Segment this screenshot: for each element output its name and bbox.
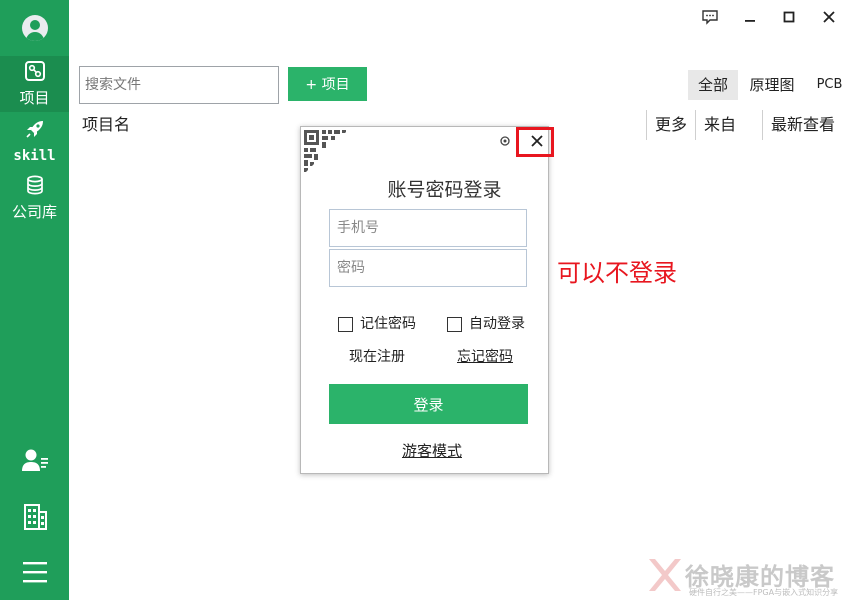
- sidebar-item-label: 项目: [19, 89, 50, 107]
- sidebar-item-label: skill: [13, 148, 56, 164]
- building-icon[interactable]: [20, 502, 50, 532]
- dialog-close-button[interactable]: [516, 127, 554, 157]
- auto-login-checkbox[interactable]: 自动登录: [447, 315, 525, 333]
- column-divider: [762, 110, 763, 140]
- qr-code-icon[interactable]: [302, 128, 350, 176]
- column-last-viewed[interactable]: 最新查看: [771, 110, 835, 140]
- watermark-logo: [649, 559, 681, 591]
- annotation-text: 可以不登录: [557, 259, 677, 287]
- column-project-name[interactable]: 项目名: [82, 110, 130, 140]
- project-icon: [25, 61, 45, 81]
- gear-icon[interactable]: [499, 135, 511, 147]
- watermark-tagline: 硬件自行之美——FPGA与嵌入式知识分享: [689, 588, 839, 597]
- register-link[interactable]: 现在注册: [349, 346, 405, 366]
- column-divider: [646, 110, 647, 140]
- sidebar-item-label: 公司库: [11, 203, 57, 221]
- filter-pcb[interactable]: PCB: [808, 70, 851, 100]
- search-input[interactable]: [79, 66, 279, 104]
- avatar[interactable]: [22, 15, 48, 41]
- close-icon: [531, 135, 543, 147]
- login-button[interactable]: 登录: [329, 384, 528, 424]
- auto-login-label: 自动登录: [469, 316, 525, 332]
- password-input[interactable]: [329, 249, 527, 287]
- column-divider: [695, 110, 696, 140]
- remember-password-label: 记住密码: [360, 316, 416, 332]
- feedback-icon[interactable]: [699, 6, 721, 28]
- close-icon[interactable]: [818, 6, 840, 28]
- filter-all[interactable]: 全部: [688, 70, 738, 100]
- menu-icon[interactable]: [20, 557, 50, 587]
- column-from[interactable]: 来自: [704, 110, 736, 140]
- rocket-icon: [26, 121, 43, 138]
- sidebar: 项目 skill 公司库: [0, 0, 69, 600]
- filter-schematic[interactable]: 原理图: [743, 70, 801, 100]
- minimize-icon[interactable]: [739, 6, 761, 28]
- sidebar-item-skill[interactable]: skill: [0, 114, 69, 170]
- database-icon: [27, 175, 43, 195]
- login-dialog: 账号密码登录 记住密码 自动登录 现在注册 忘记密码 登录 游客模式: [300, 126, 554, 474]
- phone-input[interactable]: [329, 209, 527, 247]
- user-list-icon[interactable]: [20, 446, 50, 476]
- maximize-icon[interactable]: [778, 6, 800, 28]
- dialog-title: 账号密码登录: [387, 179, 502, 201]
- add-project-button[interactable]: + 项目: [288, 67, 367, 101]
- checkbox-box[interactable]: [338, 316, 353, 332]
- forgot-password-link[interactable]: 忘记密码: [457, 346, 513, 366]
- checkbox-box[interactable]: [447, 316, 462, 332]
- sidebar-item-project[interactable]: 项目: [0, 56, 69, 112]
- remember-password-checkbox[interactable]: 记住密码: [338, 315, 416, 333]
- guest-mode-link[interactable]: 游客模式: [301, 440, 550, 461]
- column-more[interactable]: 更多: [655, 110, 687, 140]
- watermark: 徐晓康的博客 硬件自行之美——FPGA与嵌入式知识分享: [645, 555, 851, 600]
- sidebar-item-company-library[interactable]: 公司库: [0, 170, 69, 226]
